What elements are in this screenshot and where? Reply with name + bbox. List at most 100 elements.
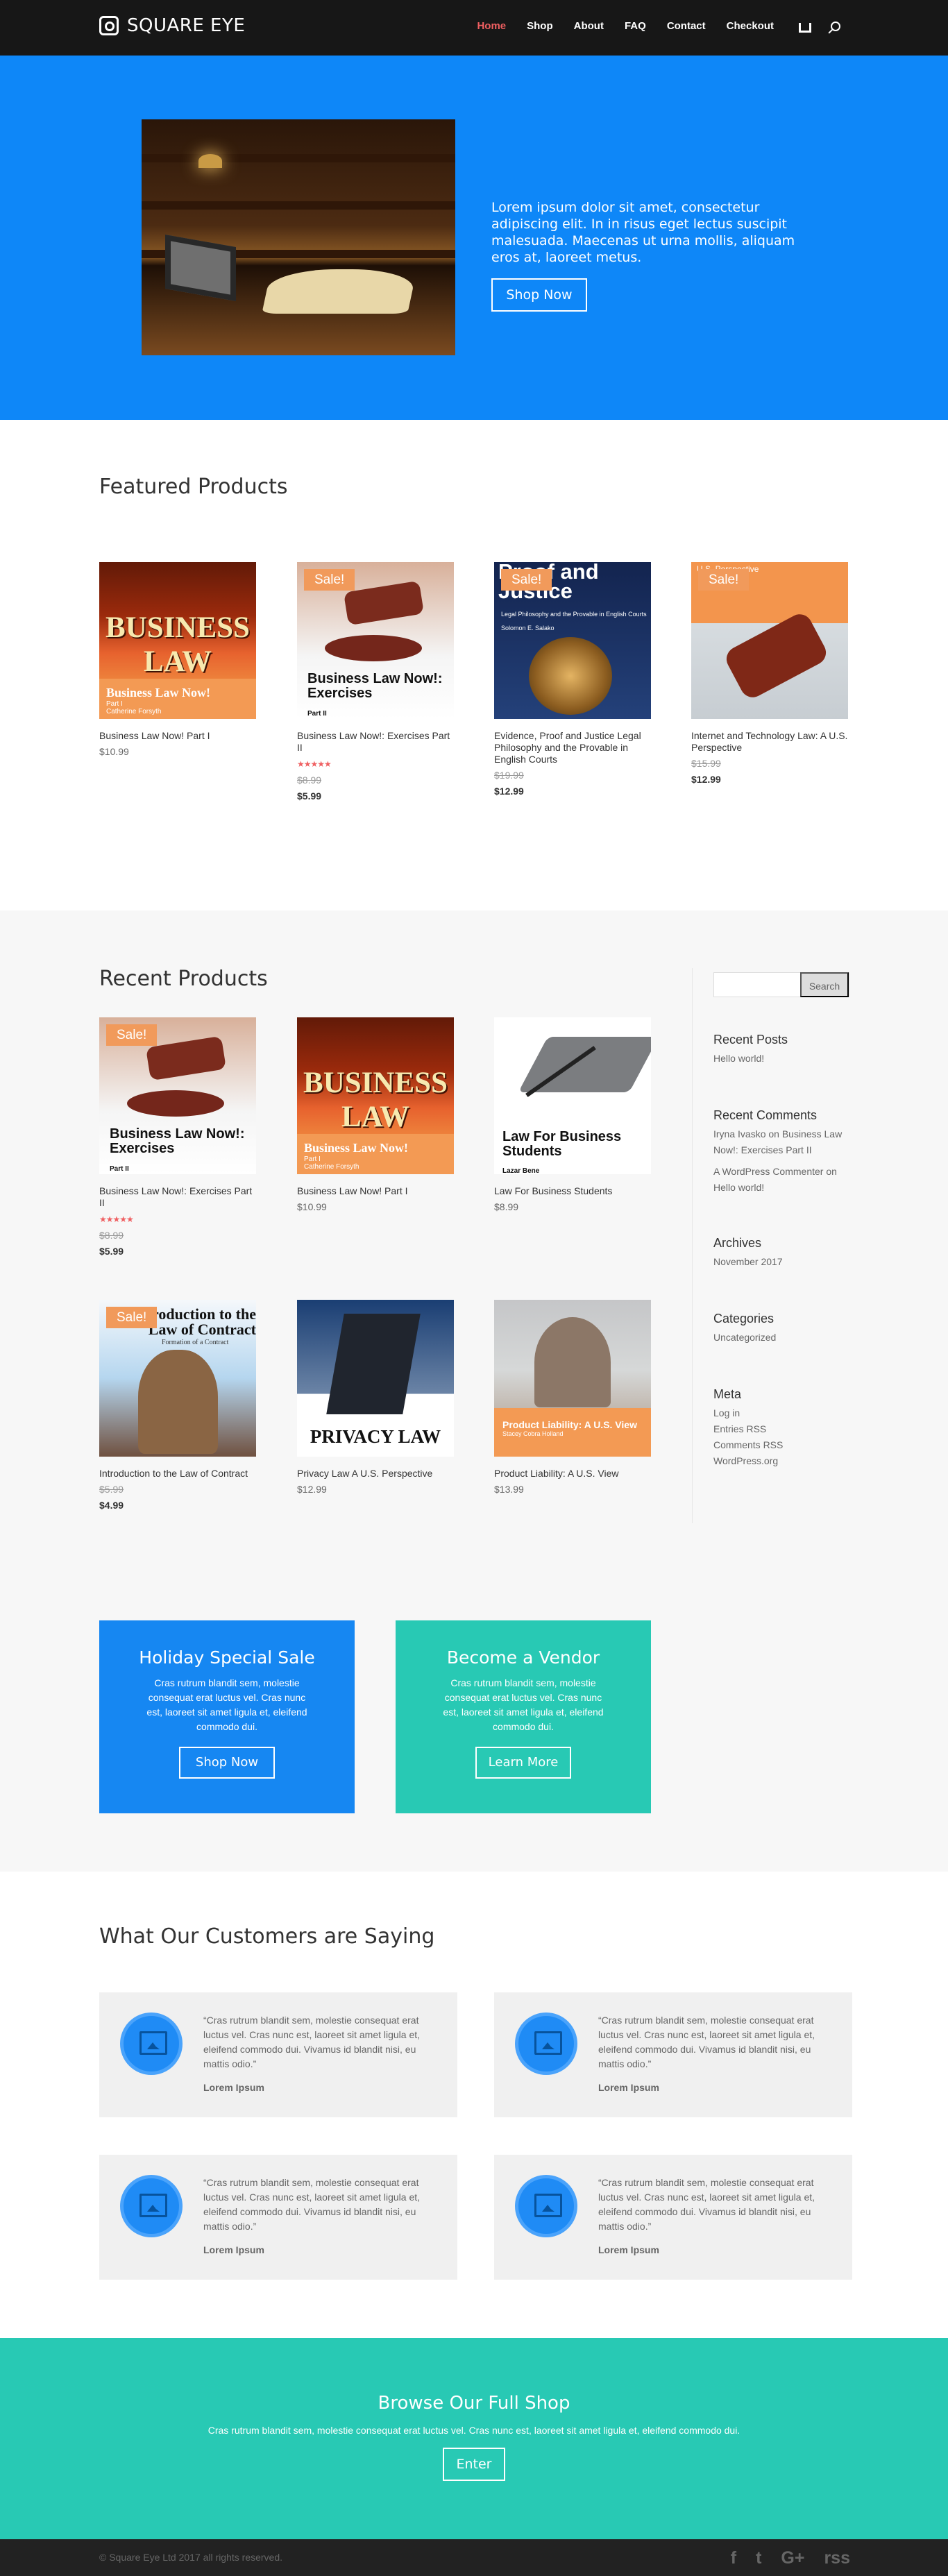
product-card[interactable]: BUSINESS LAW Business Law Now! Part I Cathe… <box>99 562 256 758</box>
sale-badge: Sale! <box>501 569 552 591</box>
old-price: $19.99 <box>494 770 524 781</box>
hero-text: Lorem ipsum dolor sit amet, consectetur … <box>491 200 795 265</box>
category-link[interactable]: Uncategorized <box>713 1332 776 1343</box>
search-icon[interactable] <box>831 21 840 31</box>
testimonial-card: “Cras rutrum blandit sem, molestie conse… <box>99 2155 457 2280</box>
site-header: SQUARE EYE Home Shop About FAQ Contact C… <box>0 0 948 56</box>
product-price: $10.99 <box>297 1201 327 1212</box>
product-cover-image[interactable]: PRIVACY LAW <box>297 1300 454 1457</box>
product-name[interactable]: Business Law Now! Part I <box>99 730 256 742</box>
meta-entries-rss-link[interactable]: Entries RSS <box>713 1423 766 1434</box>
main-nav: Home Shop About FAQ Contact Checkout <box>477 20 840 33</box>
recent-post-link[interactable]: Hello world! <box>713 1053 764 1064</box>
product-cover-image[interactable]: BUSINESS LAW Business Law Now! Part I Cathe… <box>297 1017 454 1174</box>
archives-widget: Archives November 2017 <box>713 1236 783 1267</box>
product-card[interactable]: U.S. PerspectiveSale! Internet and Techn… <box>691 562 848 786</box>
nav-checkout[interactable]: Checkout <box>727 20 774 32</box>
meta-widget: Meta Log in Entries RSS Comments RSS WordPre… <box>713 1387 784 1466</box>
product-name[interactable]: Product Liability: A U.S. View <box>494 1468 651 1480</box>
site-footer: © Square Eye Ltd 2017 all rights reserve… <box>0 2539 948 2576</box>
product-cover-image[interactable]: Proof and JusticeLegal Philosophy and th… <box>494 562 651 719</box>
sale-price: $5.99 <box>297 790 322 802</box>
old-price: $5.99 <box>99 1484 124 1495</box>
product-cover-image[interactable]: U.S. PerspectiveSale! <box>691 562 848 719</box>
product-cover-image[interactable]: Introduction to the Law of Contract Forma… <box>99 1300 256 1457</box>
product-cover-image[interactable]: Law For Business Students Lazar Bene <box>494 1017 651 1174</box>
image-placeholder-icon <box>515 2175 577 2237</box>
archive-link[interactable]: November 2017 <box>713 1256 783 1267</box>
product-card[interactable]: Introduction to the Law of Contract Forma… <box>99 1300 256 1511</box>
testimonial-card: “Cras rutrum blandit sem, molestie conse… <box>99 1992 457 2117</box>
product-name[interactable]: Business Law Now! Part I <box>297 1185 454 1197</box>
product-name[interactable]: Privacy Law A U.S. Perspective <box>297 1468 454 1480</box>
shopping-cart-icon[interactable] <box>799 22 811 33</box>
product-name[interactable]: Introduction to the Law of Contract <box>99 1468 256 1480</box>
nav-contact[interactable]: Contact <box>667 20 706 32</box>
featured-products-title: Featured Products <box>99 475 288 499</box>
product-name[interactable]: Business Law Now!: Exercises Part II <box>99 1185 256 1209</box>
hero-shop-now-button[interactable]: Shop Now <box>491 278 587 312</box>
browse-shop-section: Browse Our Full Shop Cras rutrum blandit … <box>0 2338 948 2539</box>
meta-login-link[interactable]: Log in <box>713 1407 740 1418</box>
product-card[interactable]: Business Law Now!: Exercises Part II Sale!… <box>99 1017 256 1257</box>
old-price: $8.99 <box>297 774 322 786</box>
sidebar-search-button[interactable]: Search <box>800 972 849 997</box>
product-cover-image[interactable]: Product Liability: A U.S. View Stacey Cob… <box>494 1300 651 1457</box>
sale-badge: Sale! <box>304 569 355 591</box>
holiday-sale-card: Holiday Special Sale Cras rutrum blandit … <box>99 1620 355 1813</box>
nav-home[interactable]: Home <box>477 20 506 32</box>
categories-widget: Categories Uncategorized <box>713 1312 777 1343</box>
learn-more-button[interactable]: Learn More <box>475 1747 571 1779</box>
image-placeholder-icon <box>515 2012 577 2075</box>
testimonial-card: “Cras rutrum blandit sem, molestie conse… <box>494 2155 852 2280</box>
hero-section: Lorem ipsum dolor sit amet, consectetur … <box>0 56 948 420</box>
nav-shop[interactable]: Shop <box>527 20 553 32</box>
product-card[interactable]: Business Law Now!: Exercises Part II Sale!… <box>297 562 454 802</box>
recent-products-title: Recent Products <box>99 967 268 991</box>
product-card[interactable]: PRIVACY LAW Privacy Law A U.S. Perspecti… <box>297 1300 454 1495</box>
product-name[interactable]: Law For Business Students <box>494 1185 651 1197</box>
vendor-card: Become a Vendor Cras rutrum blandit sem, … <box>396 1620 651 1813</box>
product-price: $8.99 <box>494 1201 519 1212</box>
product-card[interactable]: Proof and JusticeLegal Philosophy and th… <box>494 562 651 797</box>
product-name[interactable]: Internet and Technology Law: A U.S. Pers… <box>691 730 848 754</box>
google-plus-icon[interactable]: G+ <box>781 2548 804 2568</box>
recent-comments-widget: Recent Comments Iryna Ivasko on Business … <box>713 1108 843 1193</box>
product-cover-image[interactable]: BUSINESS LAW Business Law Now! Part I Cathe… <box>99 562 256 719</box>
sale-badge: Sale! <box>106 1024 158 1046</box>
facebook-icon[interactable]: f <box>731 2548 736 2568</box>
rating-stars-icon: ★★★★★ <box>297 759 332 769</box>
site-logo[interactable]: SQUARE EYE <box>99 15 245 36</box>
sale-price: $5.99 <box>99 1246 124 1257</box>
product-card[interactable]: BUSINESS LAW Business Law Now! Part I Cathe… <box>297 1017 454 1213</box>
sale-badge: Sale! <box>106 1307 158 1328</box>
sale-price: $12.99 <box>691 774 721 785</box>
nav-faq[interactable]: FAQ <box>625 20 646 32</box>
meta-comments-rss-link[interactable]: Comments RSS <box>713 1439 783 1450</box>
product-cover-image[interactable]: Business Law Now!: Exercises Part II Sale! <box>297 562 454 719</box>
copyright-text: © Square Eye Ltd 2017 all rights reserve… <box>99 2552 283 2563</box>
product-name[interactable]: Business Law Now!: Exercises Part II <box>297 730 454 754</box>
product-card[interactable]: Product Liability: A U.S. View Stacey Cob… <box>494 1300 651 1495</box>
meta-wordpress-link[interactable]: WordPress.org <box>713 1455 778 1466</box>
product-cover-image[interactable]: Business Law Now!: Exercises Part II Sale! <box>99 1017 256 1174</box>
old-price: $8.99 <box>99 1230 124 1241</box>
sale-badge: Sale! <box>698 569 750 591</box>
sale-price: $12.99 <box>494 786 524 797</box>
product-price: $12.99 <box>297 1484 327 1495</box>
logo-eye-icon <box>99 16 119 35</box>
promo-shop-now-button[interactable]: Shop Now <box>179 1747 275 1779</box>
rating-stars-icon: ★★★★★ <box>99 1214 134 1224</box>
product-price: $13.99 <box>494 1484 524 1495</box>
product-name[interactable]: Evidence, Proof and Justice Legal Philos… <box>494 730 651 765</box>
product-card[interactable]: Law For Business Students Lazar Bene Law … <box>494 1017 651 1213</box>
testimonials-title: What Our Customers are Saying <box>99 1924 435 1949</box>
enter-button[interactable]: Enter <box>443 2448 505 2481</box>
twitter-icon[interactable]: t <box>756 2548 761 2568</box>
product-price: $10.99 <box>99 746 129 757</box>
nav-about[interactable]: About <box>574 20 604 32</box>
recent-posts-widget: Recent Posts Hello world! <box>713 1033 788 1064</box>
rss-icon[interactable]: rss <box>824 2548 850 2568</box>
old-price: $15.99 <box>691 758 721 769</box>
social-links: f t G+ rss <box>731 2548 850 2568</box>
